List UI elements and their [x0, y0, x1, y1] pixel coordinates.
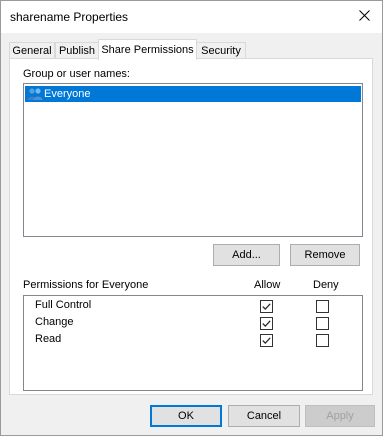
tab-general-label: General: [12, 45, 52, 57]
checkmark-icon: [262, 320, 271, 327]
share-permissions-panel: Group or user names: Everyone Add... Rem…: [9, 58, 373, 395]
deny-checkbox[interactable]: [316, 334, 329, 347]
deny-column-header: Deny: [313, 279, 339, 291]
user-list[interactable]: Everyone: [23, 83, 363, 237]
tab-share-permissions[interactable]: Share Permissions: [98, 39, 197, 60]
tab-share-permissions-label: Share Permissions: [101, 44, 194, 56]
close-button[interactable]: [346, 1, 382, 33]
permission-row: Read: [24, 332, 364, 349]
ok-button[interactable]: OK: [150, 405, 222, 427]
close-icon: [358, 10, 370, 24]
cancel-button[interactable]: Cancel: [228, 405, 300, 427]
tab-publish-label: Publish: [58, 45, 96, 57]
permission-name: Full Control: [35, 299, 92, 311]
permission-name: Read: [35, 333, 62, 345]
permissions-for-label: Permissions for Everyone: [23, 279, 149, 291]
allow-column-header: Allow: [254, 279, 281, 291]
tab-security[interactable]: Security: [196, 42, 246, 59]
allow-checkbox[interactable]: [260, 317, 273, 330]
apply-button[interactable]: Apply: [305, 405, 375, 427]
dialog-title: sharename Properties: [10, 10, 129, 24]
permission-row: Full Control: [24, 298, 364, 315]
add-button[interactable]: Add...: [213, 244, 280, 266]
permission-name: Change: [35, 316, 74, 328]
deny-checkbox[interactable]: [316, 300, 329, 313]
checkmark-icon: [262, 303, 271, 310]
list-item-label: Everyone: [44, 88, 91, 100]
users-group-icon: [27, 87, 43, 101]
allow-checkbox[interactable]: [260, 334, 273, 347]
deny-checkbox[interactable]: [316, 317, 329, 330]
permissions-list: Full Control Change Read: [23, 295, 363, 391]
apply-button-label: Apply: [326, 410, 354, 422]
checkmark-icon: [262, 337, 271, 344]
properties-dialog: sharename Properties General Publish Sha…: [0, 0, 383, 436]
group-or-user-names-label: Group or user names:: [23, 68, 130, 80]
remove-button-label: Remove: [304, 249, 346, 261]
list-item[interactable]: Everyone: [25, 86, 361, 102]
add-button-label: Add...: [232, 249, 261, 261]
cancel-button-label: Cancel: [246, 410, 282, 422]
title-bar[interactable]: sharename Properties: [1, 1, 382, 33]
permission-row: Change: [24, 315, 364, 332]
remove-button[interactable]: Remove: [290, 244, 360, 266]
tab-security-label: Security: [201, 45, 241, 57]
tab-general[interactable]: General: [9, 42, 55, 59]
ok-button-label: OK: [178, 410, 194, 422]
tab-publish[interactable]: Publish: [55, 42, 99, 59]
allow-checkbox[interactable]: [260, 300, 273, 313]
